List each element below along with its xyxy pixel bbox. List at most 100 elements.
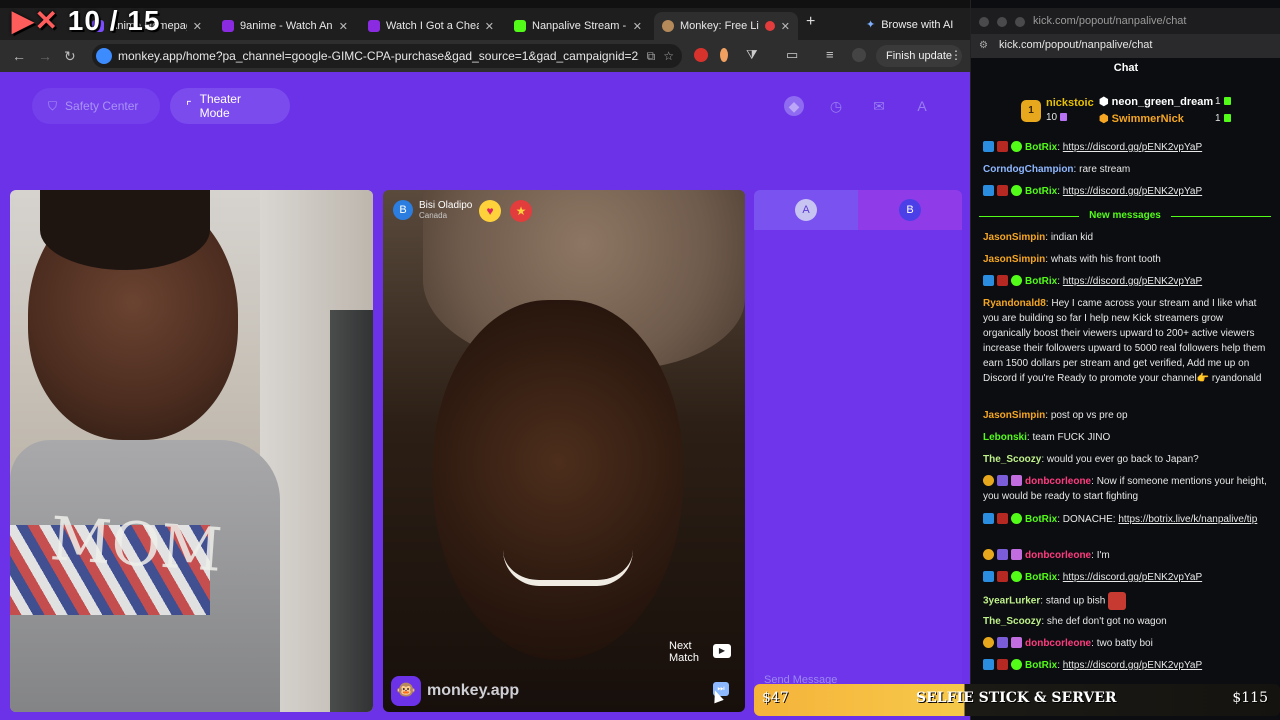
safety-center-button[interactable]: ⛉ Safety Center [32, 88, 160, 124]
kebab-menu-icon[interactable]: ⋮ [950, 48, 962, 62]
stranger-profile[interactable]: B Bisi Oladipo Canada [393, 200, 472, 220]
gifter-rank-badge: 1 [1021, 100, 1041, 122]
chat-username[interactable]: 3yearLurker [983, 596, 1040, 607]
recording-icon [764, 21, 775, 31]
overlay-counter-text: 10 / 15 [67, 5, 161, 36]
tab-9anime[interactable]: 9anime - Watch Anime ✕ [214, 12, 356, 40]
tab-user-a[interactable]: A [754, 190, 858, 230]
chat-username[interactable]: BotRix [1025, 572, 1057, 583]
extensions-puzzle-icon[interactable]: ⧩ [746, 48, 760, 62]
theater-mode-button[interactable]: ⌜ Theater Mode [170, 88, 290, 124]
kick-window-title: kick.com/popout/nanpalive/chat [1033, 15, 1187, 27]
chat-username[interactable]: Ryandonald8 [983, 298, 1046, 309]
new-tab-button[interactable]: + [806, 13, 815, 31]
chat-message: BotRix: https://discord.gg/pENK2vpYaP [983, 274, 1271, 289]
reload-icon[interactable]: ↻ [64, 48, 76, 65]
window-close-button[interactable] [979, 17, 989, 27]
chat-link[interactable]: https://discord.gg/pENK2vpYaP [1063, 186, 1202, 197]
chat-link[interactable]: https://discord.gg/pENK2vpYaP [1063, 276, 1202, 287]
media-control-icon[interactable]: ≡ [826, 48, 840, 62]
top-gifter-name[interactable]: nickstoic [1046, 97, 1094, 109]
close-icon[interactable]: ✕ [339, 20, 348, 33]
chat-link[interactable]: https://discord.gg/pENK2vpYaP [1063, 572, 1202, 583]
tab-cheat-skill[interactable]: Watch I Got a Cheat Sk ✕ [360, 12, 502, 40]
install-icon[interactable]: ⧉ [647, 49, 656, 64]
chat-username[interactable]: BotRix [1025, 660, 1057, 671]
chat-username[interactable]: JasonSimpin [983, 232, 1045, 243]
safety-center-label: Safety Center [65, 99, 139, 113]
kick-icon [514, 20, 526, 32]
theater-mode-label: Theater Mode [199, 92, 241, 120]
next-match-label[interactable]: Next Match [669, 640, 699, 664]
site-info-icon[interactable] [96, 48, 112, 64]
profile-icon[interactable]: A [912, 96, 932, 116]
chat-username[interactable]: BotRix [1025, 276, 1057, 287]
window-minimize-button[interactable] [997, 17, 1007, 27]
chat-link[interactable]: https://discord.gg/pENK2vpYaP [1063, 660, 1202, 671]
tab-monkey[interactable]: Monkey: Free Live ✕ [654, 12, 798, 40]
top-gifter-count: 10 [1046, 112, 1068, 123]
tab-user-b[interactable]: B [858, 190, 962, 230]
profile-avatar[interactable] [852, 48, 866, 62]
chat-username[interactable]: The_Scoozy [983, 454, 1041, 465]
green-badge-icon [1011, 513, 1022, 524]
chat-username[interactable]: JasonSimpin [983, 410, 1045, 421]
bookmark-star-icon[interactable]: ☆ [663, 49, 674, 63]
close-icon[interactable]: ✕ [781, 20, 790, 33]
green-badge-icon [1011, 141, 1022, 152]
gift-icon [1060, 113, 1068, 122]
kick-url[interactable]: kick.com/popout/nanpalive/chat [999, 39, 1152, 51]
gift-badge-icon[interactable]: ★ [510, 200, 532, 222]
chat-username[interactable]: BotRix [1025, 186, 1057, 197]
close-icon[interactable]: ✕ [633, 20, 642, 33]
tab-nanpalive-stream[interactable]: Nanpalive Stream - W ✕ [506, 12, 650, 40]
second-gifter[interactable]: ⬢ neon_green_dream [1099, 95, 1213, 108]
close-icon[interactable]: ✕ [193, 20, 202, 33]
chat-message: BotRix: https://discord.gg/pENK2vpYaP [983, 658, 1271, 673]
gem-icon[interactable]: ◆ [784, 96, 804, 116]
pink-badge-icon [1011, 475, 1022, 486]
chat-username[interactable]: Lebonski [983, 432, 1027, 443]
donation-goal-bar: $47 SELFIE STICK & SERVER $115 [754, 684, 1280, 716]
window-zoom-button[interactable] [1015, 17, 1025, 27]
chat-messages[interactable]: New messages BotRix: https://discord.gg/… [971, 138, 1280, 683]
tab-b-avatar: B [899, 199, 921, 221]
site-settings-icon[interactable]: ⚙ [979, 40, 988, 51]
kick-url-bar[interactable]: ⚙ kick.com/popout/nanpalive/chat [971, 34, 1280, 58]
chat-text: Hey I came across your stream and I like… [983, 298, 1266, 384]
chat-username[interactable]: donbcorleone [1025, 476, 1091, 487]
chat-username[interactable]: BotRix [1025, 514, 1057, 525]
chat-username[interactable]: donbcorleone [1025, 638, 1091, 649]
chat-text: she def don't got no wagon [1046, 616, 1167, 627]
chat-username[interactable]: JasonSimpin [983, 254, 1045, 265]
close-icon[interactable]: ✕ [485, 20, 494, 33]
chat-bubble-icon[interactable]: ✉ [869, 96, 889, 116]
next-match-icon[interactable]: ▶ [713, 644, 731, 658]
address-url[interactable]: monkey.app/home?pa_channel=google-GIMC-C… [118, 49, 639, 63]
heart-badge-icon[interactable]: ♥ [479, 200, 501, 222]
browse-with-ai-button[interactable]: ✦ Browse with AI [866, 18, 953, 32]
forward-icon[interactable]: → [38, 48, 52, 64]
extension-dropper-icon[interactable] [720, 48, 728, 62]
history-icon[interactable]: ◷ [826, 96, 846, 116]
chat-text: whats with his front tooth [1050, 254, 1161, 265]
brand-text: monkey.app [427, 682, 520, 699]
chat-link[interactable]: https://botrix.live/k/nanpalive/tip [1118, 514, 1257, 525]
back-icon[interactable]: ← [12, 48, 26, 64]
third-gifter[interactable]: ⬢ SwimmerNick [1099, 112, 1184, 125]
chat-link[interactable]: https://discord.gg/pENK2vpYaP [1063, 142, 1202, 153]
purple-badge-icon [997, 475, 1008, 486]
chat-username[interactable]: CorndogChampion [983, 164, 1074, 175]
chat-username[interactable]: The_Scoozy [983, 616, 1041, 627]
cast-icon[interactable]: ▭ [786, 48, 800, 62]
chat-username[interactable]: BotRix [1025, 142, 1057, 153]
chat-text: would you ever go back to Japan? [1046, 454, 1199, 465]
chat-username[interactable]: donbcorleone [1025, 550, 1091, 561]
pink-badge-icon [1011, 549, 1022, 560]
match-chat-panel: A B Send Message [754, 190, 962, 712]
chat-message: BotRix: https://discord.gg/pENK2vpYaP [983, 184, 1271, 199]
extension-adblock-icon[interactable] [694, 48, 708, 62]
address-bar[interactable]: monkey.app/home?pa_channel=google-GIMC-C… [92, 44, 682, 68]
browser-window: Anime Homepage ✕ 9anime - Watch Anime ✕ … [0, 0, 970, 720]
monkey-icon [662, 20, 674, 32]
